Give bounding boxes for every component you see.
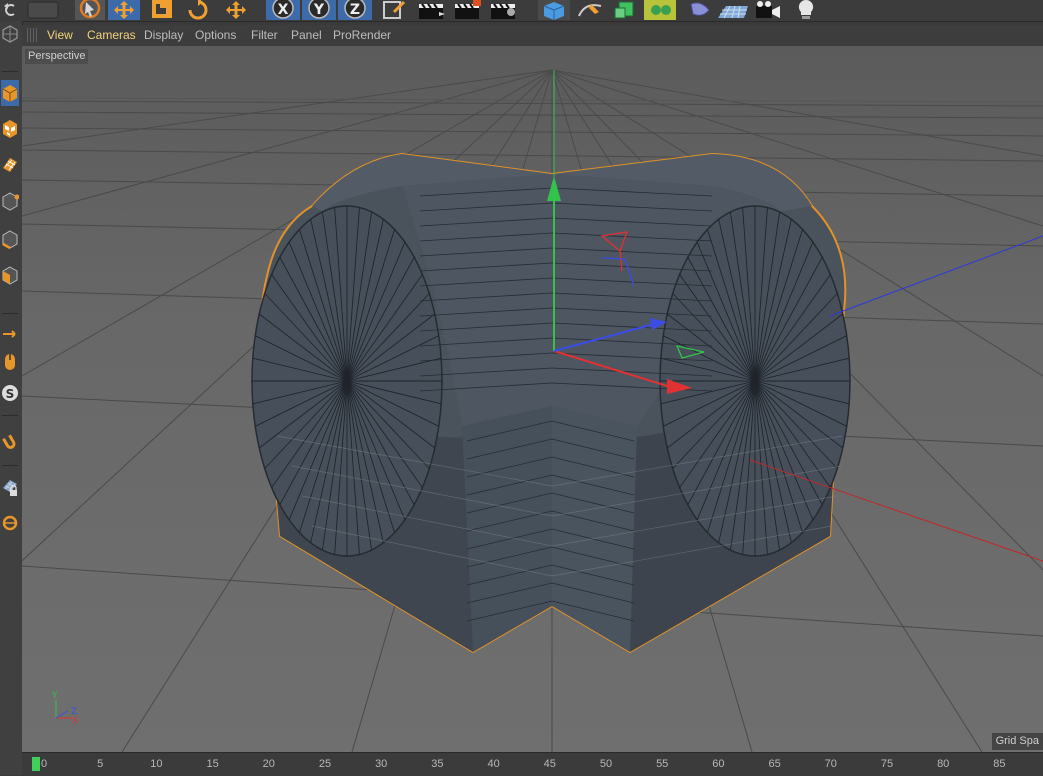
timeline-tick-label: 40 [487,758,500,770]
grid-spacing-label: Grid Spa [991,733,1043,750]
timeline-tick-label: 65 [768,758,781,770]
svg-text:Y: Y [313,2,325,18]
timeline-tick-label: 75 [880,758,894,770]
timeline-ruler[interactable]: 0 5 10 15 20 25 30 35 40 45 50 55 60 65 70 75 80 85 [22,752,1043,776]
locked-workplane-icon[interactable] [1,473,19,501]
main-toolbar: X Y Z [0,0,1043,22]
deformer-icon[interactable] [684,0,716,20]
texture-mode-icon[interactable] [1,115,19,143]
timeline-tick-label: 60 [712,758,725,770]
edges-mode-icon[interactable] [1,225,19,253]
rotate-tool-icon[interactable] [182,0,214,20]
world-z-axis [829,235,1043,317]
subdivision-surface-icon[interactable] [610,0,642,20]
camera-label: Perspective [25,49,89,64]
axis-mode-icon[interactable] [1,319,19,347]
light-object-icon[interactable] [790,0,822,20]
viewport-menu-bar: View Cameras Display Options Filter Pane… [22,25,1043,47]
timeline-tick-label: 50 [599,758,613,770]
render-settings-icon[interactable] [488,0,520,20]
svg-text:X: X [278,2,289,18]
svg-text:Z: Z [350,2,360,18]
redo-icon[interactable] [24,0,64,20]
corner-x-label: X [72,716,78,726]
recent-tools-icon[interactable] [220,0,252,20]
menu-grip-handle[interactable] [27,28,39,42]
menu-view[interactable]: View [47,28,73,42]
timeline-tick-label: 15 [206,758,219,770]
corner-y-label: Y [51,691,58,701]
move-tool-icon[interactable] [108,0,140,20]
timeline-tick-label: 25 [318,758,332,770]
left-tool-palette: S [0,21,23,775]
timeline-tick-label: 80 [937,758,950,770]
timeline-tick-label: 70 [824,758,837,770]
menu-prorender[interactable]: ProRender [333,28,391,42]
menu-filter[interactable]: Filter [251,28,278,42]
make-editable-icon[interactable] [1,23,19,45]
timeline-tick-label: 45 [543,758,556,770]
timeline-tick-label: 85 [993,758,1006,770]
timeline-tick-label: 30 [375,758,388,770]
coordinate-system-icon[interactable] [378,0,410,20]
timeline-tick-label: 0 [40,758,48,770]
corner-axis-indicator [55,700,72,719]
menu-cameras[interactable]: Cameras [87,28,136,42]
model-mode-icon[interactable] [1,79,19,107]
timeline-tick-label: 20 [262,758,275,770]
scale-tool-icon[interactable] [146,0,178,20]
camera-object-icon[interactable] [752,0,784,20]
planar-workplane-icon[interactable] [1,509,19,537]
undo-icon[interactable] [0,0,20,20]
render-view-icon[interactable] [416,0,448,20]
snap-icon[interactable] [1,429,19,457]
z-axis-lock-icon[interactable]: Z [338,0,372,20]
live-selection-icon[interactable] [74,0,106,20]
perspective-viewport[interactable]: Y Z X Perspective Grid Spa [22,46,1043,752]
menu-display[interactable]: Display [144,28,183,42]
viewport-canvas[interactable]: Y Z X [22,46,1043,752]
playhead[interactable] [32,757,40,771]
polygons-mode-icon[interactable] [1,261,19,289]
workplane-icon[interactable] [1,149,19,177]
timeline-tick-label: 5 [97,758,104,770]
array-generator-icon[interactable] [644,0,676,20]
svg-text:S: S [6,387,15,401]
timeline-tick-label: 35 [431,758,444,770]
timeline-tick-label: 55 [656,758,669,770]
soft-selection-icon[interactable]: S [1,379,19,407]
x-axis-lock-icon[interactable]: X [266,0,300,20]
tweak-mode-icon[interactable] [1,347,19,375]
cube-primitive-icon[interactable] [538,0,570,20]
pen-spline-icon[interactable] [574,0,606,20]
timeline-tick-label: 10 [150,758,163,770]
menu-options[interactable]: Options [195,28,236,42]
points-mode-icon[interactable] [1,187,19,215]
y-axis-lock-icon[interactable]: Y [302,0,336,20]
render-picture-viewer-icon[interactable] [452,0,484,20]
floor-object-icon[interactable] [716,0,748,20]
menu-panel[interactable]: Panel [291,28,322,42]
